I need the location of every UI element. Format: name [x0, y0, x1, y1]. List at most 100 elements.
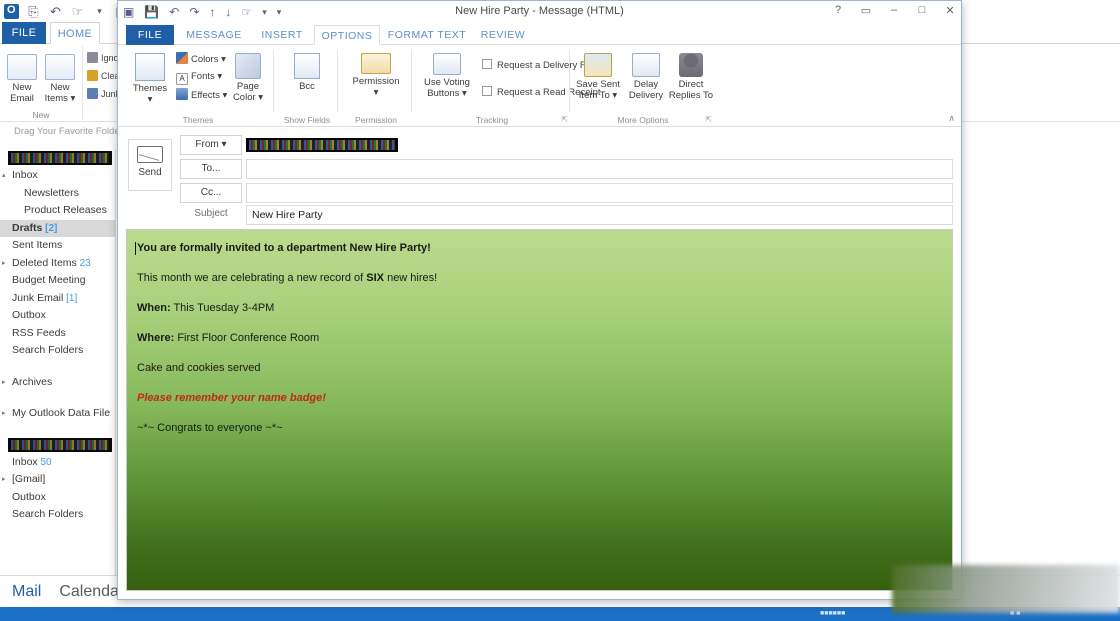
tracking-dialog-launcher[interactable]: ⇱	[561, 115, 568, 124]
theme-fonts-button[interactable]: A Fonts ▾	[176, 70, 222, 85]
collapse-ribbon-button[interactable]: ∧	[948, 113, 955, 124]
close-button[interactable]: ✕	[943, 4, 957, 17]
sidebar-item-label: Inbox	[12, 169, 38, 181]
sidebar-item-product-releases[interactable]: Product Releases	[0, 202, 115, 220]
sidebar-item-sent-items[interactable]: Sent Items	[0, 237, 115, 255]
sidebar-item-label: Outbox	[12, 490, 46, 503]
sidebar-account-redacted[interactable]	[0, 437, 115, 454]
more-options-dialog-launcher[interactable]: ⇱	[705, 115, 712, 124]
ribbon-display-options-button[interactable]: ▭	[859, 4, 873, 17]
sidebar-item-rss-feeds[interactable]: RSS Feeds	[0, 325, 115, 343]
sidebar-item-gmail[interactable]: ▸ [Gmail]	[0, 471, 115, 489]
permission-button[interactable]: Permission ▾	[346, 51, 406, 98]
group-label-tracking: Tracking	[475, 115, 509, 125]
tab-insert[interactable]: INSERT	[252, 25, 312, 45]
sidebar-account-redacted[interactable]	[0, 150, 115, 167]
checkbox-icon[interactable]	[482, 59, 492, 69]
from-button[interactable]: From ▾	[180, 135, 242, 155]
checkbox-icon[interactable]	[482, 86, 492, 96]
sidebar-item-junk-email[interactable]: Junk Email [1]	[0, 290, 115, 308]
themes-icon	[135, 53, 165, 81]
to-button[interactable]: To...	[180, 159, 242, 179]
nav-item-mail[interactable]: Mail	[12, 583, 41, 601]
body-line: Please remember your name badge!	[137, 392, 326, 404]
delay-delivery-button[interactable]: Delay Delivery	[624, 51, 668, 101]
sidebar-item-inbox[interactable]: ▴ Inbox	[0, 167, 115, 185]
sidebar-item-outbox[interactable]: Outbox	[0, 489, 115, 507]
expand-arrow-icon[interactable]: ▸	[2, 405, 6, 423]
save-sent-item-to-button[interactable]: Save Sent Item To ▾	[574, 51, 622, 101]
sidebar-item-search-folders[interactable]: Search Folders	[0, 342, 115, 360]
send-receive-icon[interactable]: ⎘	[26, 4, 41, 19]
delay-delivery-icon	[632, 53, 660, 77]
tab-review[interactable]: REVIEW	[474, 25, 532, 45]
sidebar-item-drafts[interactable]: Drafts [2]	[0, 219, 115, 237]
body-line: When: This Tuesday 3-4PM	[137, 302, 275, 314]
blurred-overlay	[892, 565, 1120, 613]
maximize-button[interactable]: □	[915, 4, 929, 17]
page-color-button[interactable]: Page Color ▾	[226, 51, 270, 103]
customize-qat-icon[interactable]: ▾	[92, 4, 107, 19]
direct-replies-to-button[interactable]: Direct Replies To	[668, 51, 714, 101]
expand-arrow-icon[interactable]: ▸	[2, 255, 6, 273]
expand-arrow-icon[interactable]: ▸	[2, 471, 6, 489]
junk-button[interactable]: Junk	[87, 88, 120, 99]
sidebar-item-count: 50	[37, 456, 52, 468]
body-emphasis: SIX	[366, 272, 385, 284]
sidebar-item-search-folders[interactable]: Search Folders	[0, 506, 115, 524]
subject-input[interactable]: New Hire Party	[246, 205, 953, 225]
sidebar-item-label: Newsletters	[24, 186, 79, 199]
cc-button[interactable]: Cc...	[180, 183, 242, 203]
theme-colors-button[interactable]: Colors ▾	[176, 52, 226, 67]
ribbon-group-themes: Themes ▾ Colors ▾ A Fonts ▾ Effects ▾ Pag…	[122, 46, 274, 126]
bcc-button[interactable]: Bcc	[286, 51, 328, 93]
tab-file[interactable]: FILE	[126, 25, 174, 45]
expand-arrow-icon[interactable]: ▴	[2, 167, 6, 185]
sidebar-item-label: Archives	[12, 375, 53, 388]
send-button[interactable]: Send	[128, 139, 172, 191]
themes-button[interactable]: Themes ▾	[126, 51, 174, 105]
help-button[interactable]: ?	[831, 4, 845, 17]
sidebar-item-archives[interactable]: ▸ Archives	[0, 374, 115, 392]
sidebar-item-label: Inbox	[12, 455, 38, 468]
nav-item-calendar[interactable]: Calendar	[59, 583, 124, 601]
clean-up-icon	[87, 70, 98, 81]
sidebar-item-label: [Gmail]	[12, 473, 46, 485]
new-items-button[interactable]: New Items ▾	[42, 52, 78, 104]
folder-sidebar[interactable]: ▴ Inbox Newsletters Product Releases Drafts …	[0, 150, 116, 575]
sidebar-item-label: Outbox	[12, 309, 46, 321]
message-body-editor[interactable]: You are formally invited to a department…	[126, 229, 953, 591]
sidebar-item-outbox[interactable]: Outbox	[0, 307, 115, 325]
theme-effects-button[interactable]: Effects ▾	[176, 88, 227, 103]
expand-arrow-icon[interactable]: ▸	[2, 374, 6, 392]
touch-mode-icon[interactable]: ☞	[70, 4, 85, 19]
group-label-permission: Permission	[354, 115, 398, 125]
sidebar-item-deleted-items[interactable]: ▸ Deleted Items 23	[0, 255, 115, 273]
sidebar-item-label: Junk Email	[12, 291, 64, 304]
sidebar-item-my-outlook-data-file[interactable]: ▸ My Outlook Data File	[0, 405, 115, 423]
permission-icon	[361, 53, 391, 74]
group-separator	[569, 49, 570, 112]
tab-format-text[interactable]: FORMAT TEXT	[382, 25, 472, 45]
main-tab-file[interactable]: FILE	[2, 22, 46, 44]
new-email-button[interactable]: New Email	[4, 52, 40, 104]
body-label: Where:	[137, 332, 175, 344]
to-input[interactable]	[246, 159, 953, 179]
sidebar-item-newsletters[interactable]: Newsletters	[0, 185, 115, 203]
minimize-button[interactable]: –	[887, 4, 901, 17]
main-tab-home[interactable]: HOME	[50, 22, 100, 44]
ribbon-group-permission: Permission ▾ Permission	[340, 46, 412, 126]
use-voting-buttons-button[interactable]: Use Voting Buttons ▾	[418, 51, 476, 99]
from-address-redacted	[246, 138, 398, 152]
sidebar-item-inbox[interactable]: Inbox 50	[0, 454, 115, 472]
group-separator	[273, 49, 274, 112]
tab-options[interactable]: OPTIONS	[314, 25, 380, 45]
tab-message[interactable]: MESSAGE	[178, 25, 250, 45]
cc-input[interactable]	[246, 183, 953, 203]
send-envelope-icon	[137, 146, 163, 163]
sidebar-item-label: Deleted Items	[12, 256, 77, 269]
text-caret	[135, 242, 136, 255]
undo-icon[interactable]: ↶	[48, 4, 63, 19]
direct-replies-icon	[679, 53, 703, 77]
sidebar-item-budget-meeting[interactable]: Budget Meeting	[0, 272, 115, 290]
